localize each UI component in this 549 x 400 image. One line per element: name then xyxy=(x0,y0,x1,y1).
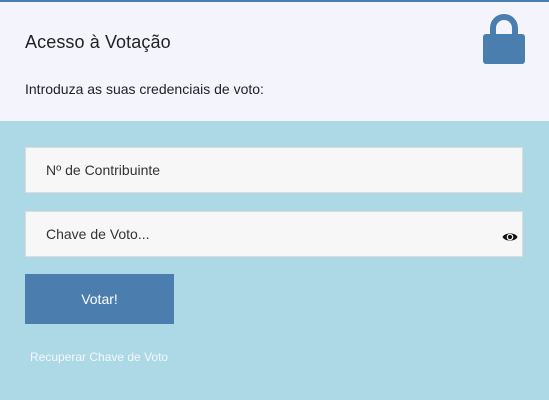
taxpayer-number-field[interactable] xyxy=(25,147,523,193)
page-title: Acesso à Votação xyxy=(25,32,171,52)
eye-icon[interactable] xyxy=(502,231,518,243)
voting-key-field[interactable] xyxy=(25,211,523,257)
credentials-instruction: Introduza as suas credenciais de voto: xyxy=(25,81,264,97)
login-header: Acesso à Votação Introduza as suas crede… xyxy=(0,2,549,121)
taxpayer-number-input[interactable] xyxy=(26,148,522,192)
voting-key-input[interactable] xyxy=(26,212,522,256)
vote-button[interactable]: Votar! xyxy=(25,274,174,324)
lock-icon xyxy=(483,14,525,64)
recover-voting-key-link[interactable]: Recuperar Chave de Voto xyxy=(30,350,168,364)
